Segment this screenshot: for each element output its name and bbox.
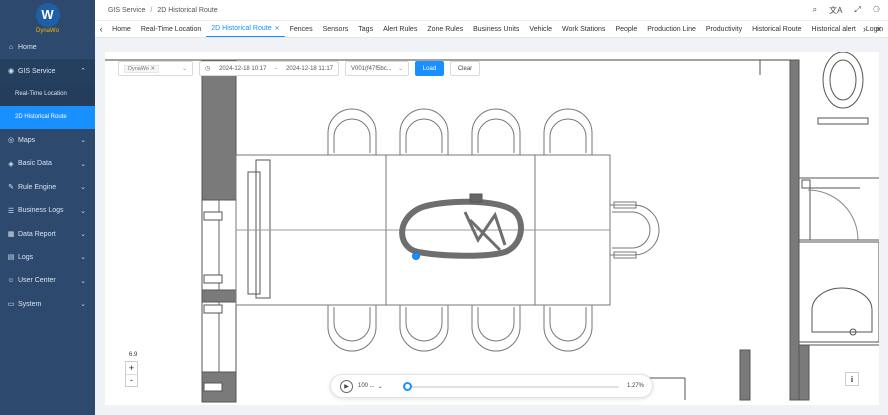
chevron-down-icon: ⌄ — [181, 66, 187, 72]
zoom-in-button[interactable]: + — [126, 362, 137, 375]
filter-bar: DynaWo ✕ ⌄ ◷ 2024-12-18 10:17 - 2024-12-… — [118, 61, 480, 76]
clock-icon: ◷ — [205, 66, 211, 72]
range-end[interactable]: 2024-12-18 11:17 — [286, 66, 333, 72]
speed-value: 100 ... — [358, 383, 375, 389]
tag-select[interactable]: DynaWo ✕ ⌄ — [118, 61, 193, 76]
load-button[interactable]: Load — [415, 61, 444, 76]
chevron-down-icon: ⌄ — [377, 383, 383, 390]
vehicle-select[interactable]: V001(f47f5bc... ⌄ — [345, 61, 409, 76]
chevron-down-icon: ⌄ — [397, 66, 403, 72]
clear-button[interactable]: Clear — [450, 61, 480, 76]
range-separator: - — [275, 65, 278, 72]
progress-percent: 1.27% — [626, 383, 644, 389]
progress-track[interactable] — [402, 382, 619, 391]
speed-select[interactable]: 100 ... ⌄ — [358, 383, 383, 390]
tag-remove-icon[interactable]: ✕ — [151, 66, 156, 72]
zoom-level: 6.9 — [129, 352, 138, 358]
zoom-out-button[interactable]: - — [126, 375, 137, 387]
app-root: W DynaWo ⌂ Home ◉ GIS Service ⌃ Real-Time Loc… — [0, 0, 888, 415]
range-start[interactable]: 2024-12-18 10:17 — [219, 66, 266, 72]
progress-thumb[interactable] — [402, 382, 412, 391]
selected-tag: DynaWo ✕ — [124, 64, 160, 73]
vehicle-select-value: V001(f47f5bc... — [351, 65, 392, 72]
info-icon[interactable]: i — [845, 372, 859, 386]
zoom-controls: + - — [125, 361, 138, 387]
play-icon[interactable]: ▶ — [340, 379, 353, 393]
date-range-picker[interactable]: ◷ 2024-12-18 10:17 - 2024-12-18 11:17 — [199, 61, 339, 76]
playback-bar: ▶ 100 ... ⌄ 1.27% — [330, 374, 653, 398]
selected-tag-label: DynaWo — [128, 65, 149, 72]
